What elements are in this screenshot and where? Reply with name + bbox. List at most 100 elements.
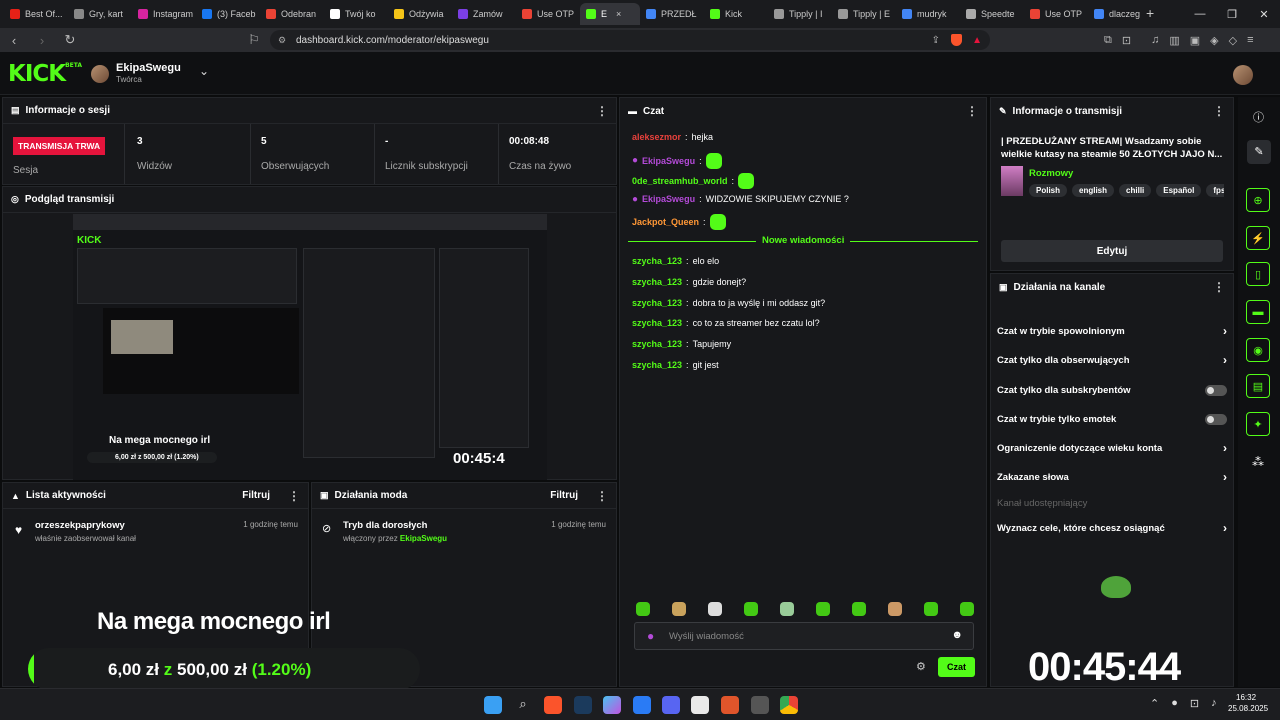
chat-username[interactable]: szycha_123 (632, 318, 682, 328)
forward-icon[interactable]: › (28, 28, 56, 52)
sidebar-broadcast-icon[interactable]: ◉ (1246, 338, 1270, 362)
sidebar-apps-icon[interactable]: ⁂ (1252, 455, 1264, 469)
chat-settings-icon[interactable]: ⚙ (916, 660, 926, 673)
windows-start-icon[interactable] (484, 696, 502, 714)
toggle-switch[interactable] (1205, 413, 1227, 425)
more-icon[interactable]: ⋮ (966, 104, 978, 118)
back-icon[interactable]: ‹ (0, 28, 28, 52)
sidebar-bolt-icon[interactable]: ⚡ (1246, 226, 1270, 250)
chat-username[interactable]: szycha_123 (632, 339, 682, 349)
chevron-right-icon[interactable]: › (1223, 521, 1227, 535)
browser-tab[interactable]: Twój ko (324, 3, 388, 25)
brave-icon[interactable] (544, 696, 562, 714)
sidebar-chat-icon[interactable]: ▬ (1246, 300, 1270, 324)
sidebar-target-icon[interactable]: ⊕ (1246, 188, 1270, 212)
discord-icon[interactable] (662, 696, 680, 714)
kick-logo[interactable]: KICKBETA (8, 61, 82, 87)
edit-button[interactable]: Edytuj (1001, 240, 1223, 262)
extensions-icon[interactable]: ⧉ (1104, 34, 1112, 47)
steam-icon[interactable] (574, 696, 592, 714)
vpn-icon[interactable]: ◈ (1210, 34, 1218, 47)
site-info-icon[interactable]: ⚙ (278, 35, 286, 46)
more-icon[interactable]: ⋮ (288, 489, 300, 503)
browser-tab[interactable]: Odebran (260, 3, 324, 25)
stream-tag[interactable]: Polish (1029, 184, 1068, 197)
channel-action-item[interactable]: Ograniczenie dotyczące wieku konta › (997, 440, 1227, 456)
edit-icon[interactable]: ✎ (1247, 140, 1271, 164)
browser-tab[interactable]: Best Of... (4, 3, 68, 25)
close-window-icon[interactable]: ✕ (1244, 0, 1280, 28)
app-icon[interactable] (721, 696, 739, 714)
category-name[interactable]: Rozmowy (1029, 168, 1073, 179)
sidebar-layout-icon[interactable]: ▤ (1246, 374, 1270, 398)
search-icon[interactable]: ⌕ (514, 696, 532, 714)
browser-tab[interactable]: Use OTP (1024, 3, 1088, 25)
chat-input[interactable]: ● Wyślij wiadomość ☻ (634, 622, 974, 650)
chat-username[interactable]: EkipaSwegu (642, 156, 695, 166)
chat-send-button[interactable]: Czat (938, 657, 975, 677)
more-icon[interactable]: ⋮ (1213, 104, 1225, 118)
chrome-icon[interactable] (780, 696, 798, 714)
sidebar-wrench-icon[interactable]: ✦ (1246, 412, 1270, 436)
browser-tab[interactable]: Instagram (132, 3, 196, 25)
browser-tab[interactable]: PRZEDŁ (640, 3, 704, 25)
chevron-right-icon[interactable]: › (1223, 353, 1227, 367)
chat-username[interactable]: Jackpot_Queen (632, 217, 699, 227)
settings-icon[interactable] (751, 696, 769, 714)
channel-action-item[interactable]: Czat tylko dla obserwujących › (997, 352, 1227, 368)
browser-tab[interactable]: (3) Faceb (196, 3, 260, 25)
stream-tag[interactable]: fps (1206, 184, 1224, 197)
browser-tab[interactable]: mudryk (896, 3, 960, 25)
sidebar-phone-icon[interactable]: ▯ (1246, 262, 1270, 286)
messenger-icon[interactable] (633, 696, 651, 714)
stream-tag[interactable]: english (1072, 184, 1115, 197)
browser-tab[interactable]: Kick (704, 3, 768, 25)
share-icon[interactable]: ⇪ (932, 35, 940, 46)
chat-username[interactable]: 0de_streamhub_world (632, 176, 728, 186)
browser-tab[interactable]: Tipply | E (832, 3, 896, 25)
media-icon[interactable]: ♫ (1151, 34, 1159, 47)
rewards-icon[interactable]: ▲ (972, 35, 982, 46)
reload-icon[interactable]: ↻ (56, 28, 84, 52)
chat-username[interactable]: szycha_123 (632, 298, 682, 308)
channel-action-item[interactable]: Wyznacz cele, które chcesz osiągnąć › (997, 520, 1227, 536)
chevron-right-icon[interactable]: › (1223, 441, 1227, 455)
browser-tab[interactable]: dlaczeg (1088, 3, 1152, 25)
chat-username[interactable]: szycha_123 (632, 256, 682, 266)
copilot-icon[interactable] (603, 696, 621, 714)
sidebar-icon[interactable]: ▥ (1169, 34, 1179, 47)
browser-tab[interactable]: Gry, kart (68, 3, 132, 25)
mod-item-user[interactable]: EkipaSwegu (400, 534, 447, 543)
user-avatar[interactable] (1233, 65, 1253, 85)
browser-tab[interactable]: E × (580, 3, 640, 25)
channel-action-item[interactable]: Czat tylko dla subskrybentów (997, 382, 1227, 398)
activity-filter-button[interactable]: Filtruj (242, 490, 270, 501)
store-icon[interactable] (691, 696, 709, 714)
channel-avatar[interactable] (91, 65, 109, 83)
channel-name[interactable]: EkipaSwegu (116, 62, 181, 74)
chat-username[interactable]: aleksezmor (632, 132, 681, 142)
emoji-icon[interactable]: ☻ (951, 629, 963, 641)
browser-tab[interactable]: Tipply | I (768, 3, 832, 25)
browser-tab[interactable]: Zamów (452, 3, 516, 25)
stream-tag[interactable]: chilli (1119, 184, 1152, 197)
chevron-right-icon[interactable]: › (1223, 470, 1227, 484)
menu-icon[interactable]: ≡ (1247, 34, 1253, 47)
browser-tab[interactable]: Use OTP (516, 3, 580, 25)
chat-username[interactable]: EkipaSwegu (642, 194, 695, 204)
stream-preview-video[interactable]: KICK Na mega mocnego irl 6,00 zł z 500,0… (73, 214, 547, 480)
more-icon[interactable]: ⋮ (596, 104, 608, 118)
bookmark-icon[interactable]: ⚐ (240, 28, 268, 52)
channel-action-item[interactable]: Zakazane słowa › (997, 469, 1227, 485)
stream-tag[interactable]: Español (1156, 184, 1202, 197)
shield-icon[interactable]: ◇ (1229, 34, 1237, 47)
info-circle-icon[interactable]: ⓘ (1253, 109, 1264, 125)
chat-username[interactable]: szycha_123 (632, 277, 682, 287)
channel-action-item[interactable]: Czat w trybie spowolnionym › (997, 323, 1227, 339)
more-icon[interactable]: ⋮ (596, 489, 608, 503)
toggle-switch[interactable] (1205, 384, 1227, 396)
channel-action-item[interactable]: Czat w trybie tylko emotek (997, 411, 1227, 427)
more-icon[interactable]: ⋮ (1213, 280, 1225, 294)
browser-tab[interactable]: Odżywia (388, 3, 452, 25)
screenshot-icon[interactable]: ⊡ (1122, 34, 1131, 47)
